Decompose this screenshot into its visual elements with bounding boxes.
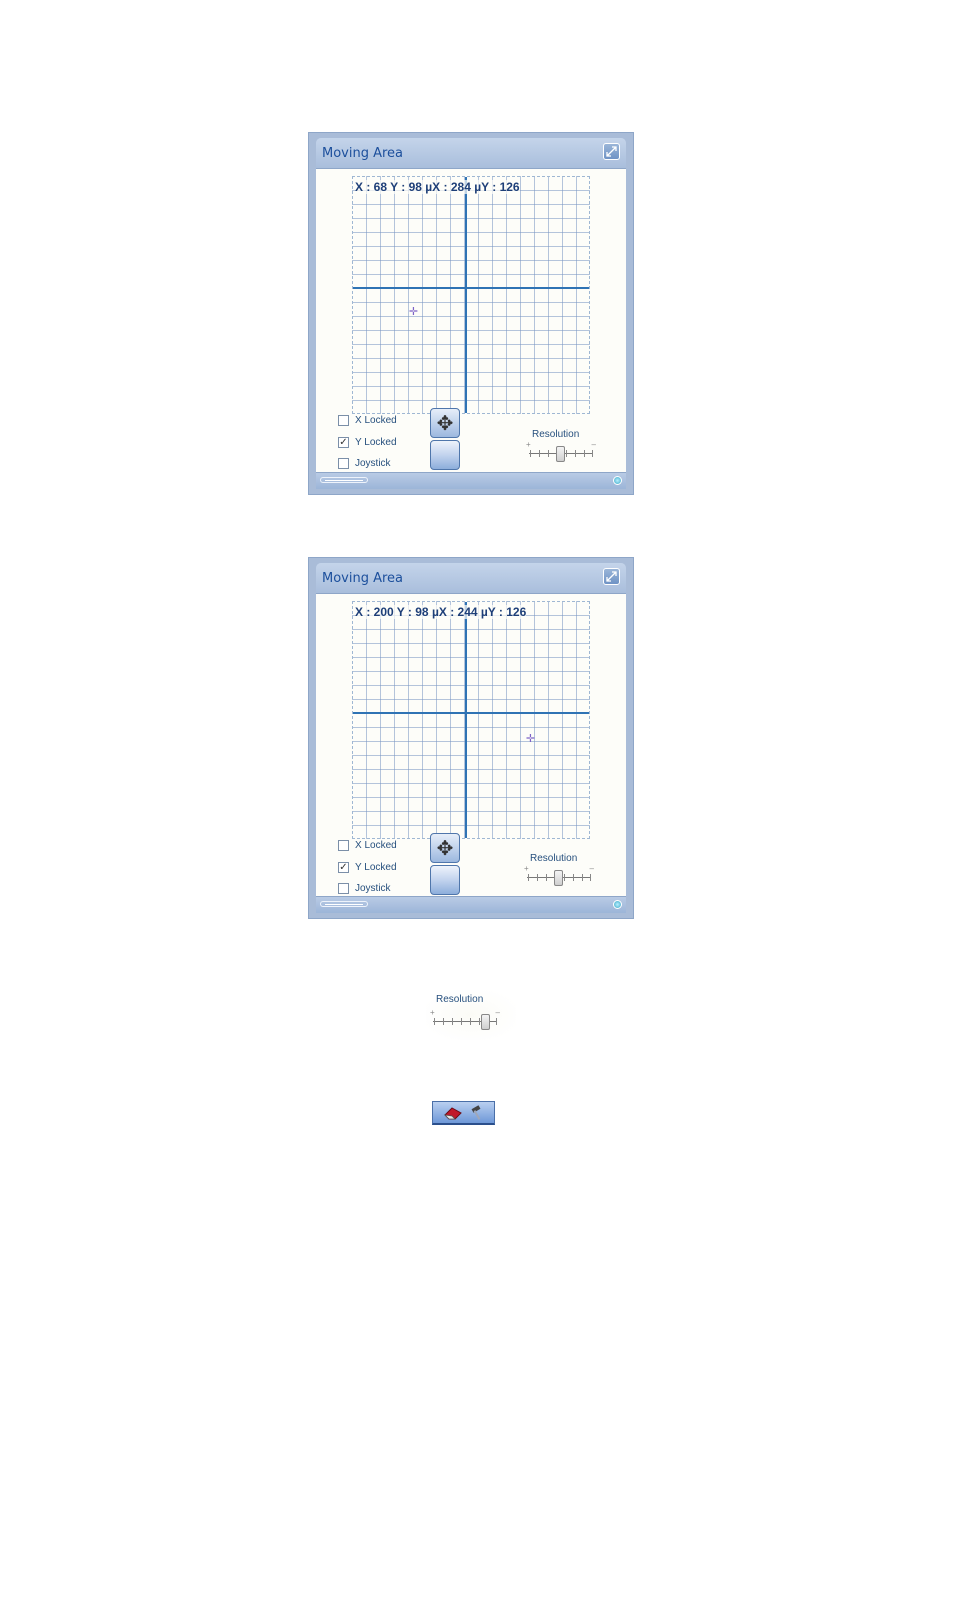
plus-sign: + [524,864,529,873]
x-locked-checkbox[interactable] [338,414,349,426]
y-locked-checkbox[interactable]: ✓ [338,861,349,873]
slider-tick [452,1018,453,1025]
y-locked-option[interactable]: ✓ Y Locked [338,860,397,874]
panel-body: X : 200 Y : 98 µX : 244 µY : 126 ✛ X Loc… [316,594,626,897]
slider-tick [479,1018,480,1025]
resize-icon [606,571,617,582]
title-bar: Moving Area [316,138,626,169]
y-axis-line [465,177,467,413]
slider-tick [537,874,538,881]
x-locked-option[interactable]: X Locked [338,413,397,427]
resize-icon [606,146,617,157]
x-locked-label: X Locked [355,839,397,851]
status-indicator-icon[interactable] [613,900,622,909]
plus-sign: + [526,440,531,449]
x-locked-option[interactable]: X Locked [338,838,397,852]
slider-tick [528,874,529,881]
crosshair-cursor-icon[interactable]: ✛ [525,734,536,745]
x-axis-line [353,287,589,289]
slider-tick [548,450,549,457]
y-axis-line [465,602,467,838]
move-mode-button[interactable]: ✥ [430,408,460,438]
slider-tick [434,1018,435,1025]
joystick-checkbox[interactable] [338,882,349,894]
minus-sign: – [589,864,594,873]
y-locked-checkbox[interactable]: ✓ [338,436,349,448]
status-indicator-icon[interactable] [613,476,622,485]
x-locked-label: X Locked [355,414,397,426]
slider-tick [443,1018,444,1025]
resolution-slider-closeup: Resolution + – [426,990,516,1040]
minus-sign: – [495,1008,500,1017]
moving-area-panel-1: Moving Area X : 68 Y : 98 µX : 284 µY : … [308,132,634,495]
opacity-slider[interactable] [320,901,368,907]
slider-tick [564,874,565,881]
resolution-slider[interactable]: + – [524,864,594,888]
slider-tick [573,874,574,881]
panel-container: Moving Area X : 68 Y : 98 µX : 284 µY : … [316,138,626,489]
secondary-mode-button[interactable] [430,440,460,470]
y-locked-option[interactable]: ✓ Y Locked [338,435,397,449]
hammer-icon [471,1104,480,1120]
panel-title: Moving Area [322,146,404,161]
resolution-label: Resolution [530,853,578,864]
moving-area-panel-2: Moving Area X : 200 Y : 98 µX : 244 µY :… [308,557,634,919]
status-bar [316,472,626,489]
slider-tick [575,450,576,457]
moving-grid[interactable]: X : 68 Y : 98 µX : 284 µY : 126 ✛ [352,176,590,414]
y-locked-label: Y Locked [355,861,397,873]
y-locked-label: Y Locked [355,436,397,448]
coordinates-readout: X : 68 Y : 98 µX : 284 µY : 126 [355,180,520,194]
opacity-slider[interactable] [320,477,368,483]
resolution-slider[interactable]: + – [430,1008,500,1032]
tool-button[interactable] [432,1101,495,1125]
slider-tick [546,874,547,881]
minus-sign: – [591,440,596,449]
slider-tick [461,1018,462,1025]
coordinates-readout: X : 200 Y : 98 µX : 244 µY : 126 [355,605,527,619]
joystick-label: Joystick [355,882,391,894]
slider-tick [539,450,540,457]
expand-button[interactable] [603,143,620,160]
panel-container: Moving Area X : 200 Y : 98 µX : 244 µY :… [316,563,626,913]
joystick-checkbox[interactable] [338,457,349,469]
slider-tick [496,1018,497,1025]
slider-tick [530,450,531,457]
eraser-icon [443,1106,462,1119]
moving-grid[interactable]: X : 200 Y : 98 µX : 244 µY : 126 ✛ [352,601,590,839]
slider-tick [582,874,583,881]
move-arrows-icon: ✥ [436,837,454,860]
x-locked-checkbox[interactable] [338,839,349,851]
status-bar [316,896,626,913]
title-bar: Moving Area [316,563,626,594]
panel-body: X : 68 Y : 98 µX : 284 µY : 126 ✛ X Lock… [316,169,626,473]
joystick-label: Joystick [355,457,391,469]
slider-tick [470,1018,471,1025]
slider-thumb[interactable] [556,446,565,462]
secondary-mode-button[interactable] [430,865,460,895]
slider-tick [566,450,567,457]
move-arrows-icon: ✥ [436,412,454,435]
joystick-option[interactable]: Joystick [338,456,391,470]
slider-thumb[interactable] [554,870,563,886]
expand-button[interactable] [603,568,620,585]
x-axis-line [353,712,589,714]
resolution-slider[interactable]: + – [526,440,596,464]
slider-tick [592,450,593,457]
crosshair-cursor-icon[interactable]: ✛ [408,307,419,318]
plus-sign: + [430,1008,435,1017]
resolution-label: Resolution [436,994,484,1005]
joystick-option[interactable]: Joystick [338,881,391,895]
move-mode-button[interactable]: ✥ [430,833,460,863]
slider-thumb[interactable] [481,1014,490,1030]
slider-tick [584,450,585,457]
resolution-label: Resolution [532,429,580,440]
slider-tick [590,874,591,881]
panel-title: Moving Area [322,571,404,586]
